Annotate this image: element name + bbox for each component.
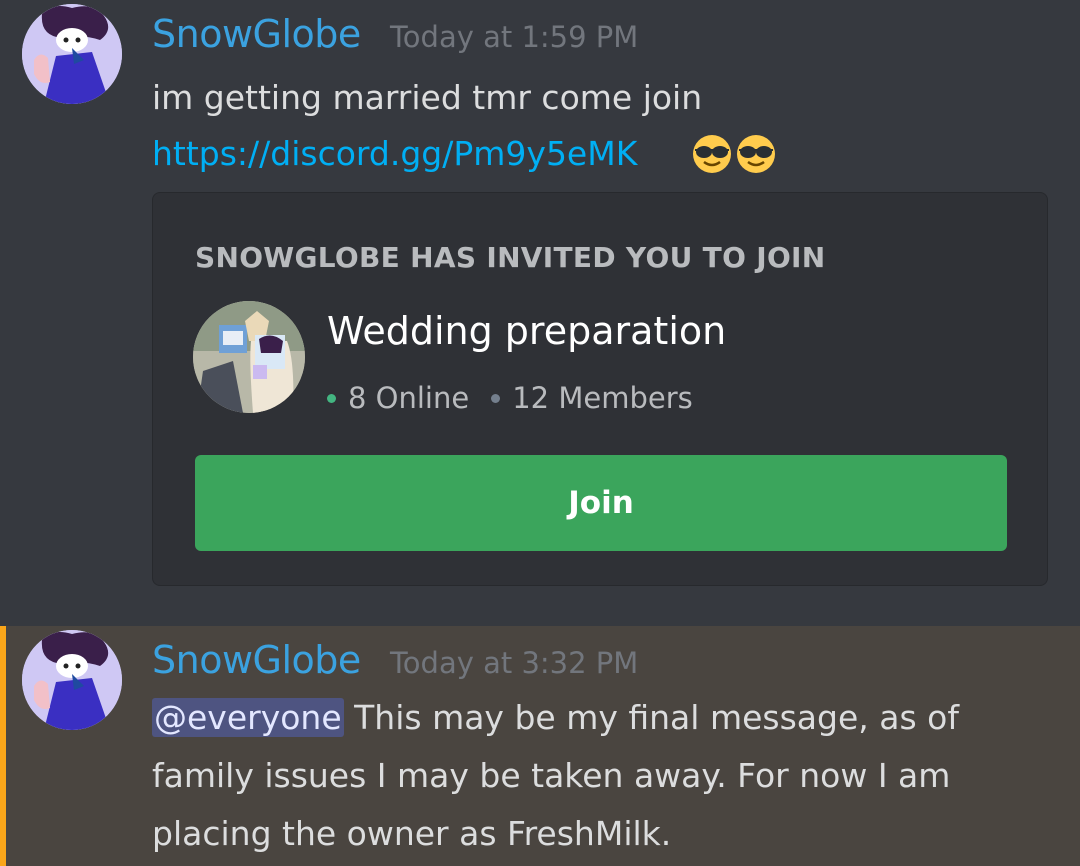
message-1: SnowGlobe Today at 1:59 PM im getting ma… bbox=[0, 0, 1080, 620]
join-button[interactable]: Join bbox=[195, 455, 1007, 551]
server-icon[interactable] bbox=[193, 301, 305, 413]
message-text: This may be my final message, as of bbox=[354, 698, 959, 737]
message-text-line-3: placing the owner as FreshMilk. bbox=[152, 814, 672, 853]
user-avatar[interactable] bbox=[22, 4, 122, 104]
message-text: im getting married tmr come join bbox=[152, 78, 703, 117]
everyone-mention[interactable]: @everyone bbox=[152, 698, 344, 737]
online-dot-icon bbox=[327, 393, 336, 403]
message-timestamp: Today at 3:32 PM bbox=[390, 646, 639, 680]
emoji-group bbox=[690, 132, 778, 176]
invite-header: SNOWGLOBE HAS INVITED YOU TO JOIN bbox=[195, 241, 826, 274]
member-count: 12 Members bbox=[512, 381, 693, 415]
server-stats: 8 Online 12 Members bbox=[327, 381, 693, 415]
invite-link[interactable]: https://discord.gg/Pm9y5eMK bbox=[152, 134, 637, 173]
members-dot-icon bbox=[491, 393, 501, 403]
message-2: SnowGlobe Today at 3:32 PM @everyone Thi… bbox=[0, 626, 1080, 866]
user-avatar[interactable] bbox=[22, 630, 122, 730]
sunglasses-emoji-icon bbox=[693, 135, 731, 173]
message-timestamp: Today at 1:59 PM bbox=[390, 20, 639, 54]
server-name: Wedding preparation bbox=[327, 309, 727, 353]
message-text-line-2: family issues I may be taken away. For n… bbox=[152, 756, 951, 795]
invite-embed: SNOWGLOBE HAS INVITED YOU TO JOIN Weddin… bbox=[152, 192, 1048, 586]
message-text-line-1: @everyone This may be my final message, … bbox=[152, 698, 959, 737]
message-username[interactable]: SnowGlobe bbox=[152, 12, 361, 56]
online-count: 8 Online bbox=[348, 381, 470, 415]
message-username[interactable]: SnowGlobe bbox=[152, 638, 361, 682]
sunglasses-emoji-icon bbox=[737, 135, 775, 173]
